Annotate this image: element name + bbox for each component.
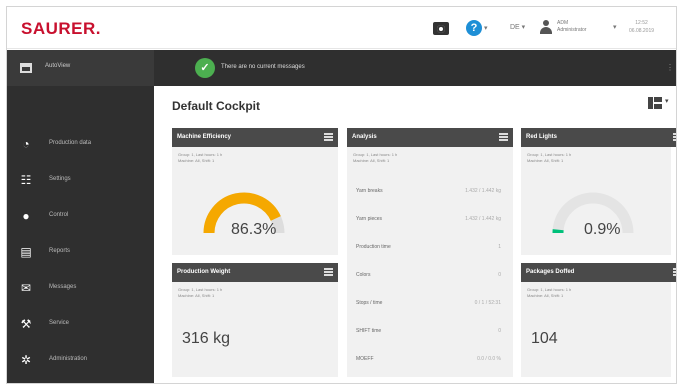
- card-meta-line: Machine: All, Shift: 1: [353, 158, 390, 163]
- date: 06.08.2019: [629, 28, 655, 34]
- sidebar: AutoView ◔ Production data ☷ Settings ● …: [7, 50, 154, 383]
- efficiency-value: 86.3%: [231, 221, 277, 238]
- analysis-row-key: Stops / time: [356, 300, 383, 306]
- card-meta: Group: 1, Last hours: 1 h Machine: All, …: [178, 287, 222, 299]
- packages-doffed-card: Group: 1, Last hours: 1 h Machine: All, …: [521, 282, 671, 377]
- app-window: SAURER. ? ▾ DE ▾ ADM Administrator ▾ 12:…: [6, 6, 677, 384]
- user-icon[interactable]: [540, 20, 552, 34]
- red-lights-value: 0.9%: [584, 221, 621, 238]
- top-bar: SAURER. ? ▾ DE ▾ ADM Administrator ▾ 12:…: [7, 7, 676, 49]
- layout-caret-icon[interactable]: ▾: [665, 97, 669, 105]
- user-menu-caret-icon[interactable]: ▾: [613, 23, 617, 31]
- packages-doffed-value: 104: [531, 330, 558, 347]
- card-meta: Group: 1, Last hours: 1 h Machine: All, …: [353, 152, 397, 164]
- analysis-header: Analysis: [347, 128, 513, 147]
- red-lights-header: Red Lights: [521, 128, 676, 147]
- notification-text: There are no current messages: [221, 64, 305, 70]
- more-icon[interactable]: ⋮: [666, 63, 674, 72]
- report-icon: ▤: [20, 245, 32, 259]
- wrench-icon: ⚒: [20, 317, 32, 331]
- help-caret-icon[interactable]: ▾: [484, 24, 488, 32]
- packages-doffed-header: Packages Doffed: [521, 263, 676, 282]
- menu-icon[interactable]: [499, 133, 508, 141]
- analysis-row-key: Production time: [356, 244, 391, 250]
- sidebar-item-label: Reports: [49, 248, 71, 254]
- production-weight-card: Group: 1, Last hours: 1 h Machine: All, …: [172, 282, 338, 377]
- production-weight-header: Production Weight: [172, 263, 338, 282]
- menu-icon[interactable]: [324, 133, 333, 141]
- camera-icon[interactable]: [433, 22, 449, 35]
- analysis-row-key: MOEFF: [356, 356, 374, 362]
- analysis-row-key: SHIFT time: [356, 328, 382, 334]
- machine-efficiency-card: Group: 1, Last hours: 1 h Machine: All, …: [172, 147, 338, 255]
- mail-icon: ✉: [20, 281, 32, 295]
- time: 12:52: [635, 20, 648, 26]
- analysis-row-value: 0: [498, 272, 501, 278]
- sidebar-item-messages[interactable]: ✉ Messages: [7, 270, 154, 306]
- user-info[interactable]: ADM Administrator: [557, 20, 586, 34]
- analysis-card: Group: 1, Last hours: 1 h Machine: All, …: [347, 147, 513, 377]
- analysis-row-value: 1.432 / 1.442 kg: [465, 188, 501, 194]
- autoview-icon: [20, 63, 32, 73]
- sidebar-item-reports[interactable]: ▤ Reports: [7, 234, 154, 270]
- sidebar-item-settings[interactable]: ☷ Settings: [7, 162, 154, 198]
- menu-icon[interactable]: [673, 133, 676, 141]
- layout-grid-icon[interactable]: [648, 97, 662, 109]
- menu-icon[interactable]: [673, 268, 676, 276]
- sidebar-header[interactable]: AutoView: [7, 50, 154, 86]
- card-meta-line: Machine: All, Shift: 1: [527, 158, 564, 163]
- sidebar-header-label: AutoView: [45, 63, 71, 69]
- card-title: Machine Efficiency: [177, 134, 232, 140]
- notification-bar: ✓ There are no current messages ⋮: [154, 50, 676, 86]
- analysis-row-value: 1.432 / 1.442 kg: [465, 216, 501, 222]
- menu-icon[interactable]: [324, 268, 333, 276]
- help-icon[interactable]: ?: [466, 20, 482, 36]
- card-meta: Group: 1, Last hours: 1 h Machine: All, …: [527, 152, 571, 164]
- production-weight-value: 316 kg: [182, 330, 231, 347]
- check-icon: ✓: [195, 58, 215, 78]
- card-meta: Group: 1, Last hours: 1 h Machine: All, …: [178, 152, 222, 164]
- sidebar-item-label: Settings: [49, 176, 71, 182]
- sidebar-item-administration[interactable]: ✲ Administration: [7, 342, 154, 378]
- control-icon: ●: [22, 209, 30, 223]
- gear-icon: ✲: [20, 353, 32, 367]
- card-title: Red Lights: [526, 134, 557, 140]
- sidebar-item-label: Messages: [49, 284, 77, 290]
- page-title: Default Cockpit: [172, 99, 261, 113]
- pie-chart-icon: ◔: [22, 137, 30, 151]
- analysis-row-key: Yarn pieces: [356, 216, 383, 222]
- sidebar-item-production-data[interactable]: ◔ Production data: [7, 126, 154, 162]
- card-meta-line: Machine: All, Shift: 1: [178, 293, 215, 298]
- analysis-row-value: 0.0 / 0.0 %: [477, 356, 501, 362]
- sidebar-item-label: Production data: [49, 140, 92, 146]
- sidebar-item-label: Control: [49, 212, 69, 218]
- card-title: Packages Doffed: [526, 269, 575, 275]
- sidebar-item-label: Administration: [49, 356, 88, 362]
- sidebar-item-control[interactable]: ● Control: [7, 198, 154, 234]
- user-id: ADM: [557, 20, 569, 26]
- sidebar-item-service[interactable]: ⚒ Service: [7, 306, 154, 342]
- card-meta-line: Machine: All, Shift: 1: [527, 293, 564, 298]
- sidebar-item-label: Service: [49, 320, 70, 326]
- machine-efficiency-header: Machine Efficiency: [172, 128, 338, 147]
- analysis-row-value: 1: [498, 244, 501, 250]
- analysis-row-key: Colors: [356, 272, 371, 278]
- settings-icon: ☷: [20, 173, 32, 187]
- red-lights-card: Group: 1, Last hours: 1 h Machine: All, …: [521, 147, 671, 255]
- card-title: Production Weight: [177, 269, 231, 275]
- card-title: Analysis: [352, 134, 377, 140]
- saurer-logo: SAURER.: [21, 19, 102, 38]
- analysis-row-key: Yarn breaks: [356, 188, 383, 194]
- card-meta-line: Machine: All, Shift: 1: [178, 158, 215, 163]
- cockpit-content: Default Cockpit ▾ Machine Efficiency Gro…: [154, 86, 676, 383]
- analysis-row-value: 0 / 1 / 52:31: [474, 300, 501, 306]
- card-meta: Group: 1, Last hours: 1 h Machine: All, …: [527, 287, 571, 299]
- language-selector[interactable]: DE ▾: [510, 23, 525, 31]
- user-role: Administrator: [557, 27, 587, 33]
- analysis-row-value: 0: [498, 328, 501, 334]
- datetime: 12:52 06.08.2019: [629, 19, 654, 35]
